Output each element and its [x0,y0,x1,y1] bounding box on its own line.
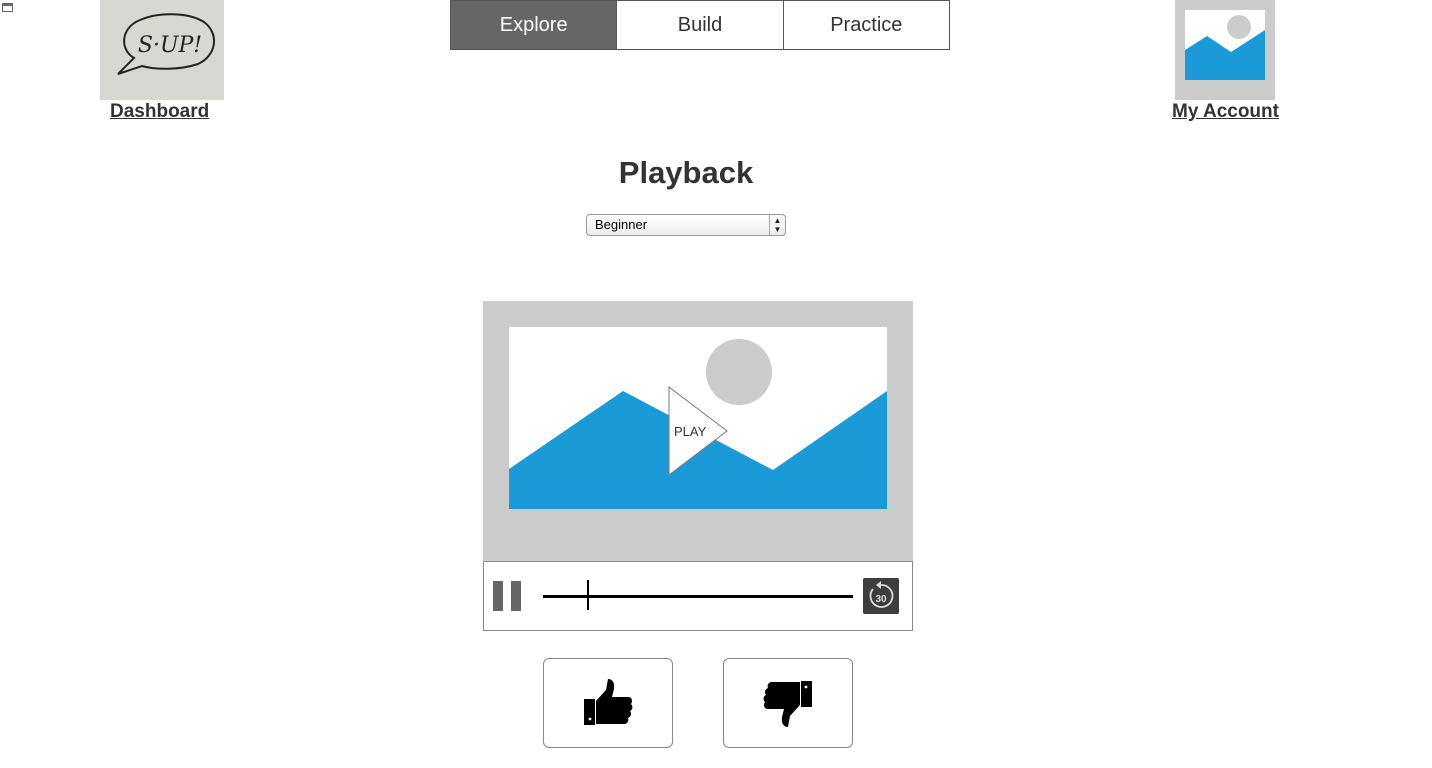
sun-shape [706,339,772,405]
svg-text:S·UP!: S·UP! [138,33,202,58]
play-label: PLAY [674,424,707,439]
thumbs-up-icon [584,679,633,725]
speech-bubble-logo-icon: S·UP! [100,0,224,100]
level-select[interactable]: Beginner ▲ ▼ [586,214,786,236]
account-avatar[interactable] [1175,0,1275,100]
tab-practice[interactable]: Practice [782,1,949,49]
image-placeholder-icon [1185,10,1265,80]
video-thumbnail[interactable]: PLAY [509,327,887,509]
select-arrows-icon: ▲ ▼ [769,215,785,235]
dashboard-link[interactable]: Dashboard [110,101,209,123]
my-account-link[interactable]: My Account [1172,101,1279,123]
thumbs-down-button[interactable] [723,658,853,748]
tab-bar: Explore Build Practice [450,0,950,50]
player-controls: 30 [483,561,913,631]
window-icon [2,3,13,12]
thumbs-up-button[interactable] [543,658,673,748]
tab-explore[interactable]: Explore [451,1,617,49]
thumbs-down-icon [763,681,812,727]
video-player: PLAY 30 [483,301,913,631]
pause-icon[interactable] [493,581,521,611]
page-title: Playback [618,155,754,190]
progress-track[interactable] [543,595,853,598]
rewind-30-button[interactable]: 30 [863,578,899,614]
rewind-30-icon: 30 [869,581,894,608]
scrub-handle[interactable] [586,580,589,610]
svg-text:30: 30 [875,594,887,605]
tab-build[interactable]: Build [616,1,783,49]
dashboard-logo[interactable]: S·UP! [100,0,224,100]
level-select-value: Beginner [595,217,648,232]
